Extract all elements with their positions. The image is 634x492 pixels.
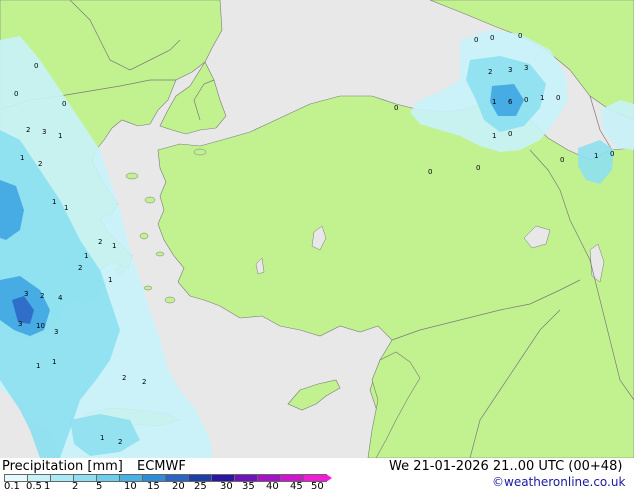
precip-value-label: 1 xyxy=(540,94,544,102)
model-label: ECMWF xyxy=(137,459,186,474)
island xyxy=(193,148,207,156)
precip-value-label: 0 xyxy=(14,90,18,98)
precip-value-label: 3 xyxy=(18,320,22,328)
precip-value-label: 1 xyxy=(52,358,56,366)
precipitation-map: 0 0 0 2 3 1 2 1 1 1 2 1 1 2 1 3 2 4 3 10 3 1 1 2 2 1 2 0 0 0 2 3 3 1 6 0 1 0 1… xyxy=(0,0,634,458)
precip-value-label: 2 xyxy=(142,378,146,386)
island xyxy=(155,251,165,257)
legend-label: 15 xyxy=(147,481,160,492)
precip-value-label: 0 xyxy=(524,96,528,104)
legend-label: 0.5 xyxy=(26,481,42,492)
legend-label: 30 xyxy=(220,481,233,492)
precip-value-label: 0 xyxy=(518,32,522,40)
island xyxy=(144,196,156,204)
island xyxy=(139,232,149,240)
legend-label: 5 xyxy=(96,481,103,492)
island xyxy=(125,172,139,180)
island xyxy=(164,296,176,304)
precip-value-label: 2 xyxy=(38,160,42,168)
precip-value-label: 2 xyxy=(40,292,44,300)
precip-value-label: 0 xyxy=(556,94,560,102)
precip-value-label: 3 xyxy=(524,64,528,72)
precip-value-label: 0 xyxy=(34,62,38,70)
legend-label: 25 xyxy=(194,481,207,492)
valid-time: We 21-01-2026 21..00 UTC (00+48) xyxy=(389,459,623,474)
legend-label: 1 xyxy=(44,481,51,492)
precip-value-label: 1 xyxy=(52,198,56,206)
precip-value-label: 0 xyxy=(560,156,564,164)
precip-value-label: 0 xyxy=(476,164,480,172)
precip-color-legend xyxy=(4,474,332,482)
precip-value-label: 3 xyxy=(42,128,46,136)
precip-value-label: 3 xyxy=(24,290,28,298)
precip-value-label: 2 xyxy=(122,374,126,382)
legend-label: 35 xyxy=(242,481,255,492)
precip-value-label: 1 xyxy=(84,252,88,260)
precip-value-label: 3 xyxy=(508,66,512,74)
precip-value-label: 2 xyxy=(26,126,30,134)
legend-label: 20 xyxy=(172,481,185,492)
precip-value-label: 1 xyxy=(20,154,24,162)
legend-label: 50 xyxy=(311,481,324,492)
legend-label: 45 xyxy=(290,481,303,492)
precip-value-label: 3 xyxy=(54,328,58,336)
precip-value-label: 1 xyxy=(594,152,598,160)
precip-value-label: 1 xyxy=(64,204,68,212)
precip-value-label: 1 xyxy=(492,98,496,106)
precip-value-label: 2 xyxy=(488,68,492,76)
precip-value-label: 0 xyxy=(490,34,494,42)
legend-label: 2 xyxy=(72,481,79,492)
legend-swatch xyxy=(50,474,74,482)
precip-value-label: 1 xyxy=(58,132,62,140)
precip-value-label: 6 xyxy=(508,98,513,106)
precip-value-label: 1 xyxy=(100,434,104,442)
precip-value-label: 0 xyxy=(394,104,398,112)
legend-label: 10 xyxy=(124,481,137,492)
precip-value-label: 1 xyxy=(36,362,40,370)
precip-value-label: 4 xyxy=(58,294,63,302)
precip-value-label: 10 xyxy=(36,322,45,330)
island xyxy=(143,285,153,291)
map-title: Precipitation [mm] xyxy=(2,459,123,474)
precip-value-label: 1 xyxy=(492,132,496,140)
precip-value-label: 2 xyxy=(78,264,82,272)
precip-value-label: 2 xyxy=(98,238,102,246)
credit-link[interactable]: ©weatheronline.co.uk xyxy=(492,475,625,489)
precip-value-label: 1 xyxy=(108,276,112,284)
legend-label: 40 xyxy=(266,481,279,492)
precip-value-label: 0 xyxy=(610,150,614,158)
precip-value-label: 0 xyxy=(474,36,478,44)
legend-label: 0.1 xyxy=(4,481,20,492)
legend-arrow-tip xyxy=(326,474,332,482)
precip-value-label: 1 xyxy=(112,242,116,250)
precip-value-label: 2 xyxy=(118,438,122,446)
precip-value-label: 0 xyxy=(62,100,66,108)
precip-value-label: 0 xyxy=(428,168,432,176)
precip-value-label: 0 xyxy=(508,130,512,138)
